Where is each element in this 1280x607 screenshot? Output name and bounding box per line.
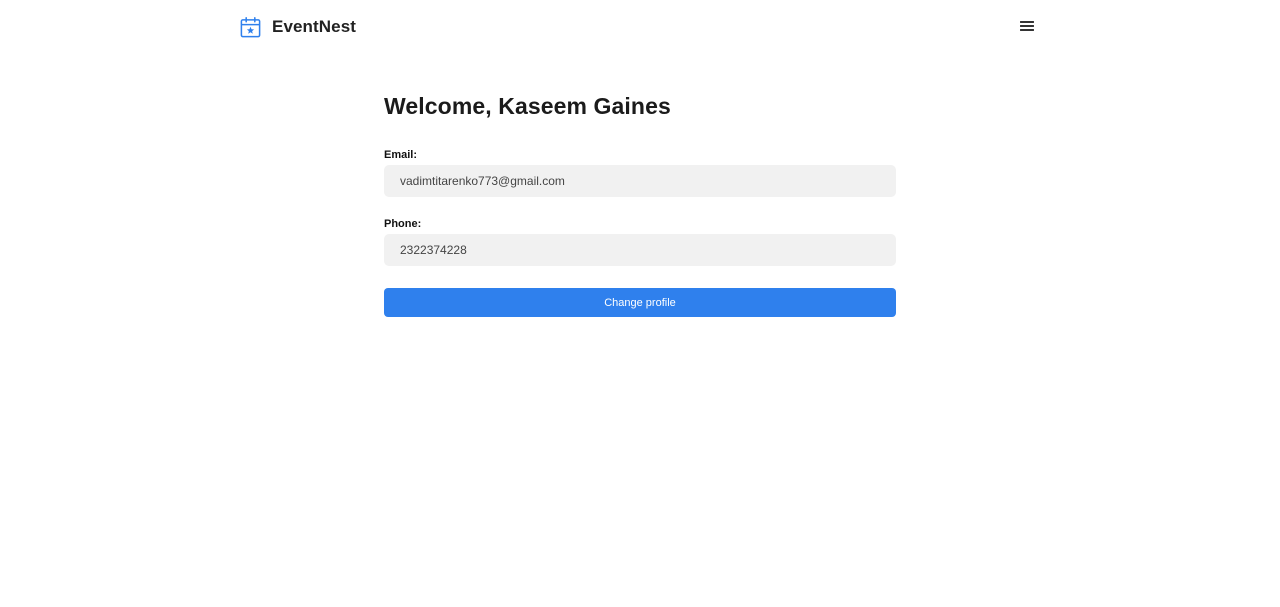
profile-form: Welcome, Kaseem Gaines Email: Phone: Cha… — [384, 90, 896, 317]
menu-button[interactable] — [1017, 16, 1037, 36]
profile-page: EventNest Welcome, Kaseem Gaines Email: … — [0, 0, 1280, 607]
page-title: Welcome, Kaseem Gaines — [384, 93, 671, 119]
calendar-star-icon — [240, 16, 261, 37]
change-profile-button[interactable]: Change profile — [384, 288, 896, 317]
phone-label: Phone: — [384, 218, 422, 230]
email-field[interactable] — [384, 165, 896, 197]
site-header: EventNest — [0, 0, 1280, 52]
brand-name: EventNest — [272, 17, 357, 36]
hamburger-menu-icon — [1020, 21, 1034, 31]
phone-field[interactable] — [384, 234, 896, 266]
brand-logo-link[interactable]: EventNest — [239, 15, 356, 39]
email-label: Email: — [384, 149, 418, 161]
